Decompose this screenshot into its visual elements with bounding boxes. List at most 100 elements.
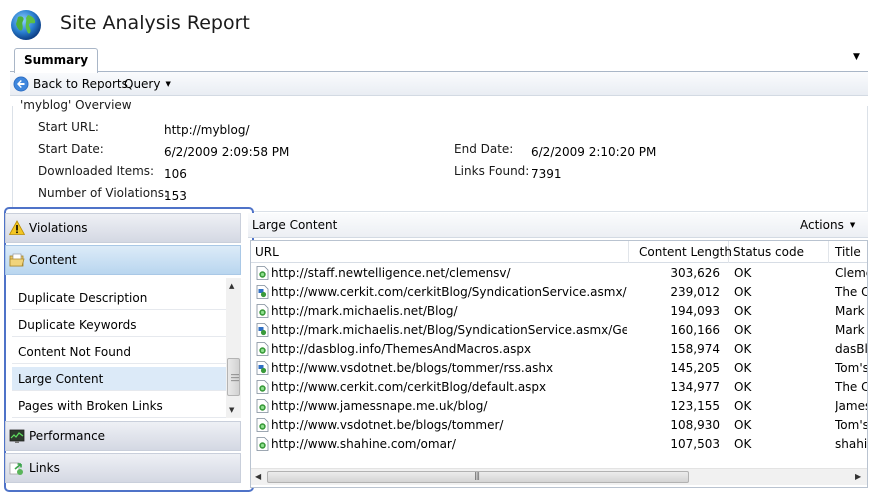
column-header-url[interactable]: URL <box>251 241 629 263</box>
content-length-cell: 160,166 <box>670 323 720 337</box>
nav-item-large-content[interactable]: Large Content <box>12 367 229 391</box>
chevron-down-icon[interactable]: ▼ <box>853 52 860 62</box>
table-row[interactable]: http://www.cerkit.com/cerkitBlog/default… <box>251 378 867 397</box>
downloaded-items-label: Downloaded Items: <box>38 164 155 178</box>
actions-dropdown[interactable]: Actions ▼ <box>800 218 855 232</box>
url-cell: http://www.cerkit.com/cerkitBlog/default… <box>271 380 547 394</box>
overview-title: 'myblog' Overview <box>17 98 135 112</box>
title-cell: Tom's <box>835 361 868 375</box>
page-icon <box>256 380 269 394</box>
scroll-left-icon[interactable]: ◀ <box>255 472 261 481</box>
grip-icon: ― ― ― <box>231 370 239 385</box>
title-cell: Mark M <box>835 304 867 318</box>
start-url-label: Start URL: <box>38 120 99 134</box>
url-cell: http://mark.michaelis.net/Blog/ <box>271 304 458 318</box>
page-icon <box>256 437 269 451</box>
nav-category-label: Violations <box>29 221 88 235</box>
start-url-value: http://myblog/ <box>164 123 250 137</box>
warning-icon <box>9 220 25 235</box>
page-icon <box>256 342 269 356</box>
table-row[interactable]: http://dasblog.info/ThemesAndMacros.aspx… <box>251 340 868 359</box>
content-title: Large Content <box>252 218 338 232</box>
title-cell: Tom's <box>835 418 868 432</box>
status-code-cell: OK <box>734 399 752 413</box>
query-label: Query <box>124 77 161 91</box>
end-date-label: End Date: <box>454 142 514 156</box>
nav-category-label: Links <box>29 461 60 475</box>
column-header-content-length[interactable]: Content Length <box>629 241 732 263</box>
status-code-cell: OK <box>734 361 752 375</box>
nav-category-content[interactable]: Content <box>5 245 241 275</box>
content-length-cell: 134,977 <box>670 380 720 394</box>
nav-item-duplicate-description[interactable]: Duplicate Description <box>12 286 229 310</box>
url-cell: http://www.jamessnape.me.uk/blog/ <box>271 399 488 413</box>
performance-chart-icon <box>9 429 25 443</box>
table-row[interactable]: http://www.jamessnape.me.uk/blog/123,155… <box>251 397 868 416</box>
feed-page-icon <box>256 323 269 337</box>
horizontal-scroll-thumb[interactable]: ||| <box>267 471 689 483</box>
nav-category-links[interactable]: Links <box>5 453 241 483</box>
tab-summary[interactable]: Summary <box>14 48 98 73</box>
content-length-cell: 108,930 <box>670 418 720 432</box>
url-cell: http://www.cerkit.com/cerkitBlog/Syndica… <box>271 285 627 299</box>
downloaded-items-value: 106 <box>164 167 187 181</box>
nav-category-label: Content <box>29 253 77 267</box>
table-row[interactable]: http://www.vsdotnet.be/blogs/tommer/108,… <box>251 416 868 435</box>
content-length-cell: 158,974 <box>670 342 720 356</box>
query-dropdown[interactable]: Query ▼ <box>124 75 171 93</box>
table-row[interactable]: http://staff.newtelligence.net/clemensv/… <box>251 264 867 283</box>
grip-icon: ||| <box>474 471 480 480</box>
scroll-right-icon[interactable]: ▶ <box>855 472 861 481</box>
content-length-cell: 107,503 <box>670 437 720 451</box>
title-cell: James <box>835 399 868 413</box>
start-date-label: Start Date: <box>38 142 104 156</box>
back-to-reports-label: Back to Reports <box>33 77 128 91</box>
chevron-down-icon: ▼ <box>849 221 856 229</box>
feed-page-icon <box>256 361 269 375</box>
table-row[interactable]: http://mark.michaelis.net/Blog/194,093 OK… <box>251 302 867 321</box>
title-cell: The Ce <box>835 380 867 394</box>
nav-item-pages-broken-links[interactable]: Pages with Broken Links <box>12 394 229 418</box>
content-length-cell: 194,093 <box>670 304 720 318</box>
table-row[interactable]: http://www.shahine.com/omar/107,503 OK sha… <box>251 435 868 454</box>
nav-category-performance[interactable]: Performance <box>5 421 241 451</box>
page-icon <box>256 304 269 318</box>
links-icon <box>9 462 23 475</box>
nav-scroll-thumb[interactable]: ― ― ― <box>227 358 240 396</box>
page-icon <box>256 266 269 280</box>
page-icon <box>256 399 269 413</box>
horizontal-scrollbar[interactable]: ◀ ||| ▶ <box>251 468 867 485</box>
nav-category-violations[interactable]: Violations <box>5 213 241 243</box>
url-cell: http://staff.newtelligence.net/clemensv/ <box>271 266 511 280</box>
scroll-up-icon[interactable]: ▲ <box>229 282 234 290</box>
status-code-cell: OK <box>734 304 752 318</box>
nav-scrollbar[interactable]: ▲ ― ― ― ▼ <box>226 278 241 418</box>
url-cell: http://mark.michaelis.net/Blog/Syndicati… <box>271 323 627 337</box>
links-found-value: 7391 <box>531 167 562 181</box>
status-code-cell: OK <box>734 437 752 451</box>
column-header-status-code[interactable]: Status code <box>729 241 829 263</box>
content-length-cell: 123,155 <box>670 399 720 413</box>
url-cell: http://www.vsdotnet.be/blogs/tommer/ <box>271 418 504 432</box>
end-date-value: 6/2/2009 2:10:20 PM <box>531 145 657 159</box>
column-header-title[interactable]: Title <box>829 241 867 263</box>
title-cell: Mark M <box>835 323 867 337</box>
title-cell: The Ce <box>835 285 867 299</box>
table-row[interactable]: http://www.cerkit.com/cerkitBlog/Syndica… <box>251 283 867 302</box>
status-code-cell: OK <box>734 342 752 356</box>
toolbar: Back to Reports Query ▼ <box>10 72 868 96</box>
table-row[interactable]: http://mark.michaelis.net/Blog/Syndicati… <box>251 321 867 340</box>
table-row[interactable]: http://www.vsdotnet.be/blogs/tommer/rss.… <box>251 359 868 378</box>
scroll-down-icon[interactable]: ▼ <box>229 406 234 414</box>
status-code-cell: OK <box>734 266 752 280</box>
feed-page-icon <box>256 285 269 299</box>
chevron-down-icon: ▼ <box>165 80 171 88</box>
back-to-reports-button[interactable]: Back to Reports <box>13 75 128 93</box>
title-cell: dasBlo <box>835 342 868 356</box>
content-length-cell: 145,205 <box>670 361 720 375</box>
title-cell: shahir <box>835 437 868 451</box>
nav-category-label: Performance <box>29 429 106 443</box>
url-cell: http://www.shahine.com/omar/ <box>271 437 456 451</box>
nav-item-duplicate-keywords[interactable]: Duplicate Keywords <box>12 313 229 337</box>
nav-item-content-not-found[interactable]: Content Not Found <box>12 340 229 364</box>
